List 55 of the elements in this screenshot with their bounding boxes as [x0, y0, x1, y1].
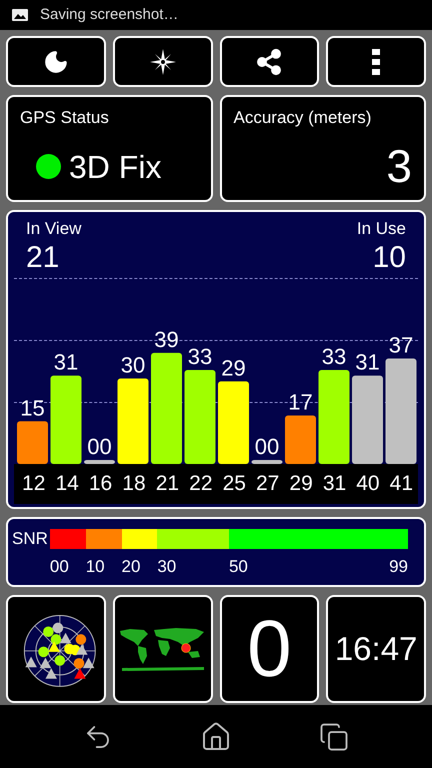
- satellite-id-label: 12: [21, 471, 46, 498]
- snr-scale-label: 10: [86, 556, 105, 578]
- bar-value-label: 30: [120, 352, 146, 378]
- in-view-label: In View: [26, 218, 82, 240]
- satellite-id-label: 25: [222, 471, 247, 498]
- bar-value-label: 31: [54, 350, 78, 375]
- satellite-id-label: 16: [88, 471, 114, 498]
- status-text: 3D Fix: [69, 148, 162, 186]
- bar-value-label: 17: [288, 390, 313, 415]
- recents-icon: [318, 722, 349, 752]
- card-title: GPS Status: [20, 107, 110, 129]
- bar-value-label: 00: [254, 434, 280, 459]
- bar-value-label: 31: [355, 350, 380, 375]
- satellite-id-label: 22: [188, 471, 214, 498]
- accuracy-value: 3: [386, 142, 412, 188]
- card-title: Accuracy (meters): [234, 107, 372, 129]
- bar-value-label: 33: [322, 344, 346, 369]
- more-icon: [372, 48, 380, 74]
- more-button[interactable]: [326, 36, 426, 87]
- in-use-label: In Use: [356, 218, 406, 240]
- world-map-tile[interactable]: [112, 595, 212, 703]
- satellite-id-label: 27: [254, 471, 280, 498]
- snr-scale-label: 50: [228, 556, 248, 578]
- in-use-count: 10: [372, 240, 406, 276]
- share-icon: [255, 48, 284, 76]
- satellite-id-label: 18: [121, 471, 147, 498]
- clock-tile[interactable]: 16:47: [326, 595, 426, 703]
- moon-icon: [42, 48, 69, 74]
- bar-value-label: 00: [87, 434, 112, 459]
- compass-button[interactable]: [112, 36, 212, 87]
- notification-text: Saving screenshot…: [40, 4, 178, 25]
- snr-label: SNR: [12, 529, 48, 549]
- satellite-id-label: 41: [388, 471, 414, 498]
- share-button[interactable]: [220, 36, 320, 87]
- compass-star-icon: [150, 48, 176, 74]
- in-view-count: 21: [26, 240, 60, 276]
- satellite-id-label: 29: [288, 471, 314, 498]
- snr-scale-label: 30: [157, 556, 176, 578]
- sky-plot-tile[interactable]: [6, 595, 106, 703]
- satellite-id-label: 40: [355, 471, 381, 498]
- snr-scale-label: 00: [50, 556, 69, 578]
- satellite-id-label: 31: [322, 471, 348, 498]
- bar-value-label: 29: [221, 355, 246, 380]
- bar-value-label: 39: [154, 326, 179, 352]
- bar-value-label: 15: [20, 395, 45, 420]
- recents-button[interactable]: [318, 722, 349, 752]
- counter-tile[interactable]: 0: [220, 595, 320, 703]
- satellite-id-label: 21: [154, 471, 180, 498]
- bar-value-label: 37: [388, 332, 414, 358]
- snr-scale-label: 99: [389, 556, 408, 578]
- bar-value-label: 33: [188, 344, 212, 369]
- night-mode-button[interactable]: [6, 36, 106, 87]
- image-icon: [12, 9, 28, 21]
- snr-scale-label: 20: [122, 556, 140, 578]
- satellite-id-label: 14: [54, 471, 80, 498]
